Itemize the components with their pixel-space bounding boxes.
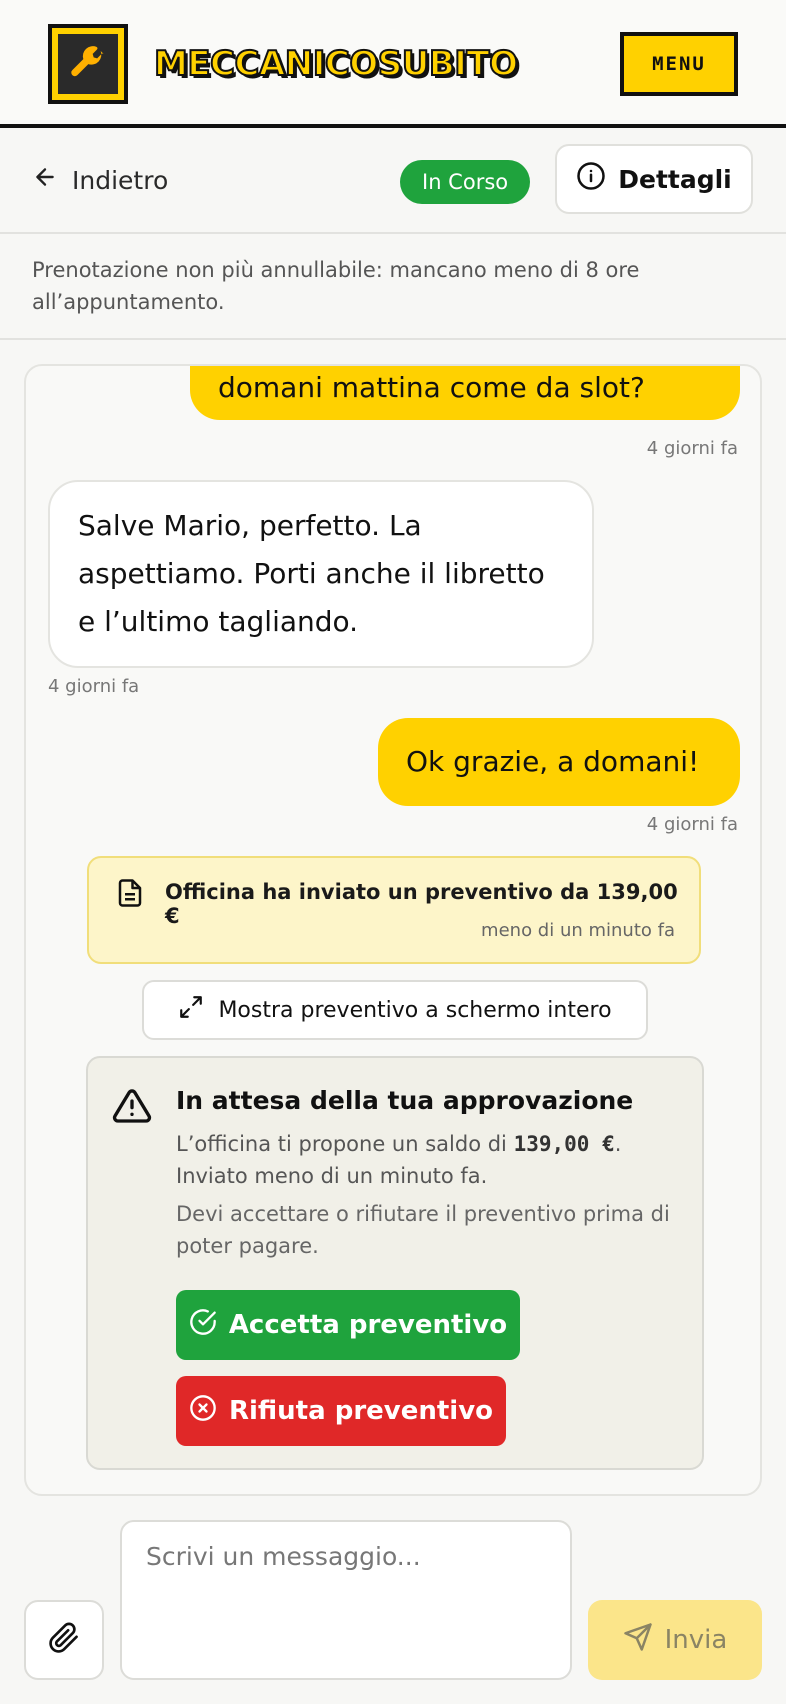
fullscreen-label: Mostra preventivo a schermo intero [218, 997, 612, 1023]
back-label: Indietro [72, 165, 169, 195]
brand-name[interactable]: MECCANICOSUBITO [153, 43, 519, 85]
booking-toolbar: Indietro In Corso Dettagli [0, 128, 786, 234]
details-button[interactable]: Dettagli [555, 144, 753, 214]
wrench-icon [58, 34, 118, 94]
logo[interactable] [48, 24, 128, 104]
message-text: Ok grazie, a domani! [406, 745, 700, 778]
cancellation-notice: Prenotazione non più annullabile: mancan… [32, 258, 640, 314]
fullscreen-quote-button[interactable]: Mostra preventivo a schermo intero [142, 980, 648, 1040]
back-button[interactable]: Indietro [32, 164, 168, 196]
divider [0, 338, 786, 340]
expand-icon [178, 994, 204, 1026]
x-circle-icon [189, 1394, 217, 1429]
approval-title: In attesa della tua approvazione [176, 1086, 634, 1115]
message-incoming: Salve Mario, perfetto. La aspettiamo. Po… [48, 480, 594, 668]
approval-text: L’officina ti propone un saldo di [176, 1132, 514, 1156]
message-time: 4 giorni fa [646, 438, 738, 459]
approval-amount: 139,00 € [513, 1132, 615, 1156]
chat-thread[interactable]: domani mattina come da slot? 4 giorni fa… [24, 364, 762, 1496]
quote-notification: Officina ha inviato un preventivo da 139… [87, 856, 701, 964]
message-time: 4 giorni fa [48, 676, 140, 697]
approval-sent-time: Inviato meno di un minuto fa. [176, 1164, 488, 1188]
send-label: Invia [664, 1625, 728, 1655]
details-label: Dettagli [618, 164, 732, 194]
warning-icon [112, 1086, 152, 1130]
send-button[interactable]: Invia [588, 1600, 762, 1680]
approval-instruction: Devi accettare o rifiutare il preventivo… [176, 1202, 670, 1258]
top-header: MECCANICOSUBITO MENU [0, 0, 786, 128]
reject-label: Rifiuta preventivo [228, 1396, 494, 1426]
document-icon [115, 878, 145, 912]
status-badge: In Corso [400, 160, 531, 204]
reject-quote-button[interactable]: Rifiuta preventivo [176, 1376, 506, 1446]
menu-button[interactable]: MENU [620, 32, 738, 96]
info-icon [576, 161, 606, 197]
message-input[interactable] [120, 1520, 572, 1680]
attach-button[interactable] [24, 1600, 104, 1680]
send-icon [623, 1622, 653, 1659]
quote-notification-time: meno di un minuto fa [481, 920, 675, 941]
accept-quote-button[interactable]: Accetta preventivo [176, 1290, 520, 1360]
approval-panel: In attesa della tua approvazione L’offic… [86, 1056, 704, 1470]
approval-details: L’officina ti propone un saldo di 139,00… [176, 1128, 686, 1192]
message-outgoing: Ok grazie, a domani! [378, 718, 740, 806]
accept-label: Accetta preventivo [228, 1310, 508, 1340]
message-text: Salve Mario, perfetto. La aspettiamo. Po… [78, 509, 545, 638]
message-outgoing: domani mattina come da slot? [190, 366, 740, 420]
message-time: 4 giorni fa [646, 814, 738, 835]
message-text: domani mattina come da slot? [218, 371, 645, 404]
arrow-left-icon [32, 164, 58, 196]
check-circle-icon [189, 1308, 217, 1343]
approval-text-end: . [614, 1132, 622, 1156]
paperclip-icon [48, 1622, 80, 1658]
